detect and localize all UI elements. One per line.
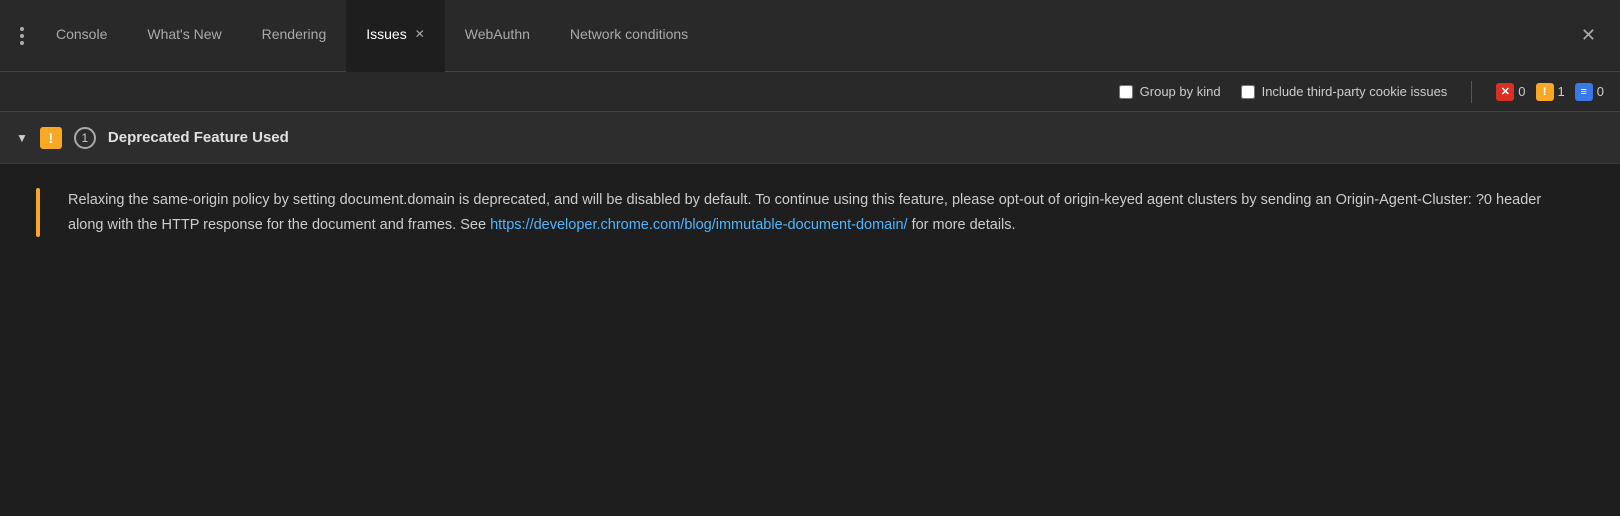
tab-console[interactable]: Console <box>36 0 127 72</box>
tab-webauthn[interactable]: WebAuthn <box>445 0 550 72</box>
group-by-kind-control: Group by kind <box>1119 84 1221 99</box>
tab-rendering-label: Rendering <box>262 26 327 42</box>
tab-whats-new-label: What's New <box>147 26 221 42</box>
tab-issues-label: Issues <box>366 26 406 42</box>
issue-counts: ✕ 0 ! 1 ≡ 0 <box>1496 83 1604 101</box>
tab-bar: Console What's New Rendering Issues ✕ We… <box>0 0 1620 72</box>
warning-count: 1 <box>1558 84 1565 99</box>
info-count: 0 <box>1597 84 1604 99</box>
error-count: 0 <box>1518 84 1525 99</box>
issue-group-header[interactable]: ▼ ! 1 Deprecated Feature Used <box>0 112 1620 164</box>
group-by-kind-checkbox[interactable] <box>1119 85 1133 99</box>
issues-toolbar: Group by kind Include third-party cookie… <box>0 72 1620 112</box>
more-tabs-button[interactable] <box>8 27 36 45</box>
include-third-party-checkbox[interactable] <box>1241 85 1255 99</box>
issue-content: Relaxing the same-origin policy by setti… <box>0 164 1620 261</box>
info-badge: ≡ 0 <box>1575 83 1604 101</box>
chevron-down-icon: ▼ <box>16 131 28 145</box>
tab-network-conditions-label: Network conditions <box>570 26 688 42</box>
issue-warning-icon: ! <box>40 127 62 149</box>
issue-count-badge: 1 <box>74 127 96 149</box>
issue-left-border <box>36 188 40 237</box>
warning-badge: ! 1 <box>1536 83 1565 101</box>
tab-whats-new[interactable]: What's New <box>127 0 241 72</box>
tab-webauthn-label: WebAuthn <box>465 26 530 42</box>
close-panel-button[interactable]: ✕ <box>1565 25 1612 46</box>
tab-network-conditions[interactable]: Network conditions <box>550 0 708 72</box>
tab-rendering[interactable]: Rendering <box>242 0 347 72</box>
info-icon: ≡ <box>1575 83 1593 101</box>
warning-icon: ! <box>1536 83 1554 101</box>
tab-issues-close-button[interactable]: ✕ <box>415 27 425 41</box>
include-third-party-control: Include third-party cookie issues <box>1241 84 1448 99</box>
toolbar-divider <box>1471 81 1472 103</box>
include-third-party-label[interactable]: Include third-party cookie issues <box>1241 84 1448 99</box>
issue-message: Relaxing the same-origin policy by setti… <box>68 188 1548 237</box>
error-badge: ✕ 0 <box>1496 83 1525 101</box>
group-by-kind-label[interactable]: Group by kind <box>1119 84 1221 99</box>
error-icon: ✕ <box>1496 83 1514 101</box>
issue-link[interactable]: https://developer.chrome.com/blog/immuta… <box>490 217 907 233</box>
tab-console-label: Console <box>56 26 107 42</box>
issue-text-after-link: for more details. <box>908 217 1016 233</box>
tab-issues[interactable]: Issues ✕ <box>346 0 445 72</box>
issue-group-title: Deprecated Feature Used <box>108 129 289 146</box>
